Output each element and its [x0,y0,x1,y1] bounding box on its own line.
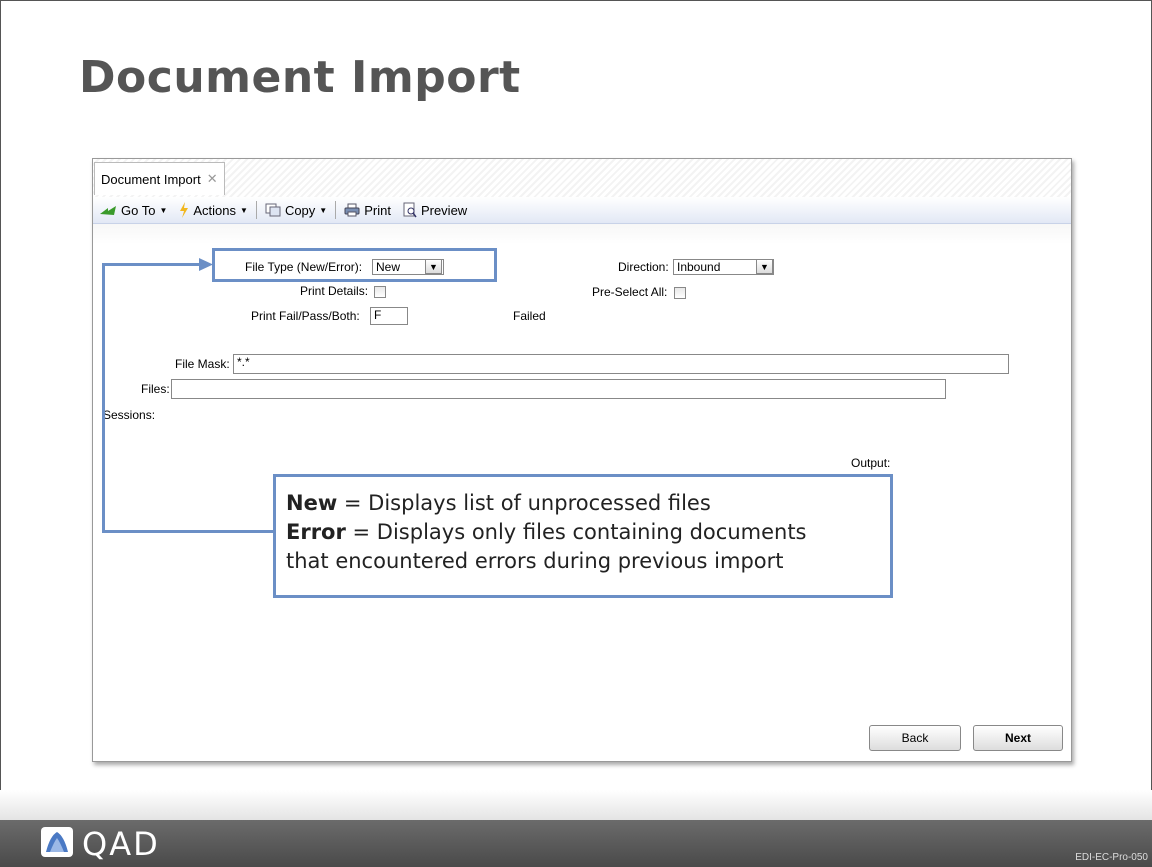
footer-fade [0,790,1152,820]
copy-label: Copy [284,202,316,218]
file-type-highlight [212,248,497,282]
callout-new-desc: = Displays list of unprocessed files [337,491,711,515]
printer-icon [344,203,360,217]
chevron-down-icon: ▼ [240,205,248,215]
print-details-label: Print Details: [300,284,369,298]
footer-bar [0,820,1152,867]
pre-select-all-label: Pre-Select All: [592,285,668,299]
chevron-down-icon: ▼ [159,205,168,215]
goto-arrow-icon [100,206,116,215]
sessions-label: Sessions: [103,408,156,422]
toolbar-separator [335,201,337,219]
connector-line-top [102,263,202,266]
files-input[interactable] [171,379,946,399]
qad-logo-icon [41,827,73,857]
connector-line-bottom [102,530,273,533]
next-label: Next [1004,731,1031,745]
file-mask-input[interactable]: *.* [233,354,1009,374]
slide-title: Document Import [79,52,521,103]
print-fail-desc: Failed [513,309,546,323]
connector-line-vertical [102,263,105,533]
direction-label: Direction: [618,260,669,274]
content-header-strip [93,224,1071,244]
file-mask-label: File Mask: [175,357,230,371]
footer-logo-text: QAD [82,825,160,863]
callout-error-line: Error = Displays only files containing d… [286,518,880,547]
chevron-down-icon: ▼ [319,205,328,215]
arrow-head-icon [199,258,213,271]
copy-menu[interactable]: Copy ▼ [259,199,333,221]
tab-label: Document Import [101,171,201,187]
callout-new-line: New = Displays list of unprocessed files [286,489,880,518]
callout-error-line2: that encountered errors during previous … [286,549,784,573]
callout-new-term: New [286,491,338,515]
preview-icon [403,202,417,218]
goto-label: Go To [121,202,156,218]
print-button[interactable]: Print [338,199,397,221]
chevron-down-icon[interactable]: ▼ [756,259,773,274]
print-label: Print [364,202,391,218]
print-details-checkbox[interactable] [374,286,386,298]
next-button[interactable]: Next [973,725,1063,751]
slide-code: EDI-EC-Pro-050 [1075,852,1148,863]
toolbar: Go To ▼ Actions ▼ Copy ▼ Print Preview [93,197,1071,224]
goto-menu[interactable]: Go To ▼ [93,199,173,221]
toolbar-separator [255,201,257,219]
close-icon[interactable]: ✕ [207,171,218,187]
preview-button[interactable]: Preview [397,199,473,221]
callout-error-desc: = Displays only files containing documen… [345,520,807,544]
back-button[interactable]: Back [869,725,961,751]
preview-label: Preview [420,202,468,218]
actions-label: Actions [193,202,237,218]
lightning-icon [180,202,189,218]
copy-icon [265,203,281,217]
callout-error-term: Error [286,520,346,544]
files-label: Files: [141,382,170,396]
actions-menu[interactable]: Actions ▼ [173,199,254,221]
print-fail-label: Print Fail/Pass/Both: [251,309,360,323]
explanation-callout: New = Displays list of unprocessed files… [273,474,893,598]
pre-select-all-checkbox[interactable] [674,287,686,299]
tab-bar: Document Import ✕ [93,159,1071,197]
tab-document-import[interactable]: Document Import ✕ [94,162,225,195]
output-label: Output: [851,456,891,470]
print-fail-input[interactable]: F [370,307,408,325]
